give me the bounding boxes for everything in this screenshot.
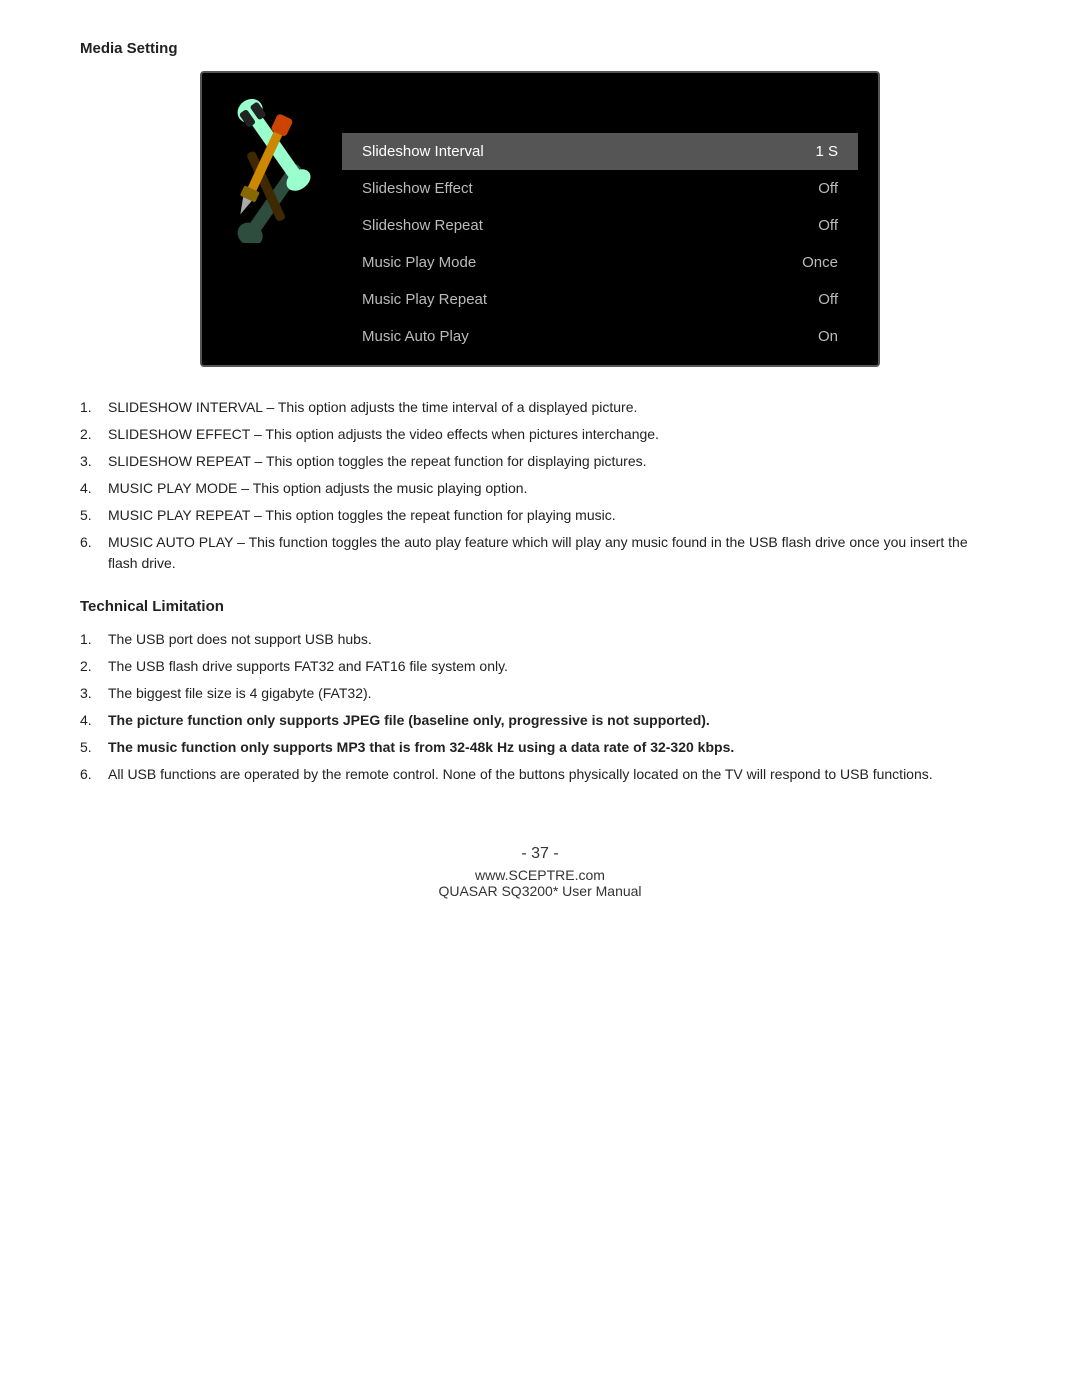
explanation-list: 1. SLIDESHOW INTERVAL – This option adju… [80,397,1000,574]
list-item: 4. MUSIC PLAY MODE – This option adjusts… [80,478,1000,499]
menu-area: Slideshow Interval 1 S Slideshow Effect … [342,93,858,355]
menu-label-music-play-repeat: Music Play Repeat [362,291,487,308]
list-item: 5. The music function only supports MP3 … [80,737,1000,758]
menu-value-slideshow-effect: Off [818,180,838,197]
list-item: 3. SLIDESHOW REPEAT – This option toggle… [80,451,1000,472]
menu-label-music-play-mode: Music Play Mode [362,254,476,271]
list-item: 2. SLIDESHOW EFFECT – This option adjust… [80,424,1000,445]
technical-limitation-heading: Technical Limitation [80,598,1000,615]
menu-label-music-auto-play: Music Auto Play [362,328,469,345]
page-number: - 37 - [80,845,1000,863]
menu-value-slideshow-repeat: Off [818,217,838,234]
menu-row-music-play-repeat[interactable]: Music Play Repeat Off [342,281,858,318]
media-setting-heading: Media Setting [80,40,1000,57]
menu-row-slideshow-interval[interactable]: Slideshow Interval 1 S [342,133,858,170]
list-item: 4. The picture function only supports JP… [80,710,1000,731]
menu-row-music-play-mode[interactable]: Music Play Mode Once [342,244,858,281]
tv-screen: Slideshow Interval 1 S Slideshow Effect … [200,71,880,367]
list-item: 2. The USB flash drive supports FAT32 an… [80,656,1000,677]
menu-row-music-auto-play[interactable]: Music Auto Play On [342,318,858,355]
list-item: 6. All USB functions are operated by the… [80,764,1000,785]
menu-value-music-play-repeat: Off [818,291,838,308]
menu-value-music-auto-play: On [818,328,838,345]
list-item: 6. MUSIC AUTO PLAY – This function toggl… [80,532,1000,574]
menu-label-slideshow-interval: Slideshow Interval [362,143,484,160]
menu-value-music-play-mode: Once [802,254,838,271]
footer-manual: QUASAR SQ3200* User Manual [80,883,1000,899]
footer-website: www.SCEPTRE.com [80,867,1000,883]
menu-label-slideshow-effect: Slideshow Effect [362,180,473,197]
list-item: 1. SLIDESHOW INTERVAL – This option adju… [80,397,1000,418]
tools-icon [222,93,342,247]
list-item: 5. MUSIC PLAY REPEAT – This option toggl… [80,505,1000,526]
menu-row-slideshow-effect[interactable]: Slideshow Effect Off [342,170,858,207]
list-item: 3. The biggest file size is 4 gigabyte (… [80,683,1000,704]
menu-value-slideshow-interval: 1 S [815,143,838,160]
footer: - 37 - www.SCEPTRE.com QUASAR SQ3200* Us… [80,845,1000,899]
list-item: 1. The USB port does not support USB hub… [80,629,1000,650]
technical-list: 1. The USB port does not support USB hub… [80,629,1000,785]
menu-row-slideshow-repeat[interactable]: Slideshow Repeat Off [342,207,858,244]
menu-label-slideshow-repeat: Slideshow Repeat [362,217,483,234]
